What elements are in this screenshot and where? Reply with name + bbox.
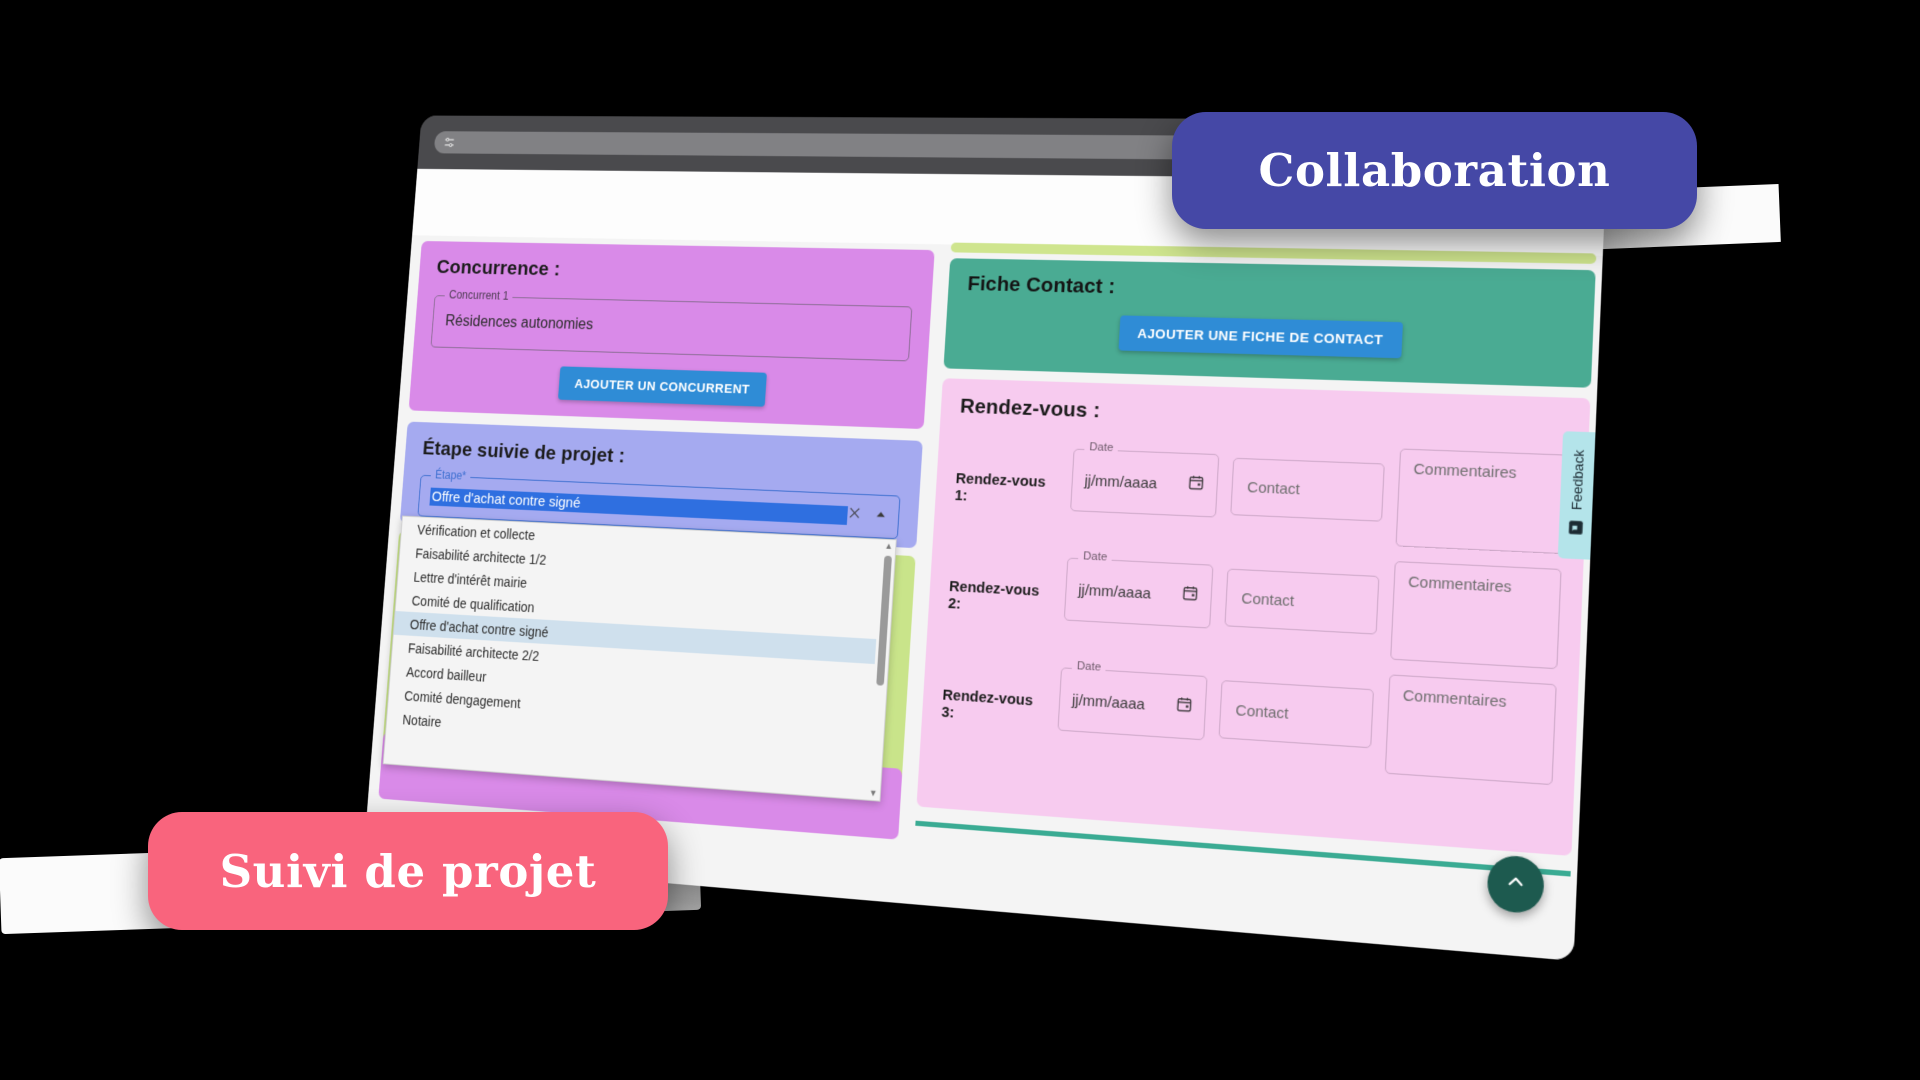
rendez-vous-contact-field[interactable]: Contact bbox=[1230, 457, 1385, 522]
date-field-label: Date bbox=[1077, 550, 1113, 564]
feedback-tab[interactable]: Feedback bbox=[1557, 431, 1596, 560]
badge-collaboration: Collaboration bbox=[1172, 112, 1697, 229]
fiche-contact-title: Fiche Contact : bbox=[966, 272, 1117, 299]
rendez-vous-row: Rendez-vous 3: Date jj/mm/aaaa Contact Comme… bbox=[940, 659, 1557, 786]
rendez-vous-comments-field[interactable]: Commentaires bbox=[1395, 448, 1567, 555]
concurrence-actions: AJOUTER UN CONCURRENT bbox=[427, 362, 908, 411]
concurrent-1-field[interactable]: Concurrent 1 Résidences autonomies bbox=[430, 287, 913, 362]
rendez-vous-date-field[interactable]: Date jj/mm/aaaa bbox=[1070, 440, 1220, 518]
panel-fiche-contact: Fiche Contact : AJOUTER UNE FICHE DE CON… bbox=[943, 258, 1596, 388]
calendar-icon[interactable] bbox=[1187, 473, 1205, 496]
screenshot-stage: Concurrence : Concurrent 1 Résidences au… bbox=[0, 0, 1920, 1080]
scroll-up-arrow-icon[interactable]: ▲ bbox=[884, 541, 893, 551]
panel-rendez-vous: Rendez-vous : Rendez-vous 1: Date jj/mm/aa… bbox=[916, 378, 1591, 856]
rendez-vous-title: Rendez-vous : bbox=[959, 394, 1101, 423]
rendez-vous-rows: Rendez-vous 1: Date jj/mm/aaaa Contact Comme… bbox=[940, 440, 1567, 786]
rendez-vous-comments-field[interactable]: Commentaires bbox=[1389, 561, 1562, 670]
badge-collaboration-label: Collaboration bbox=[1258, 144, 1611, 197]
etape-select-controls bbox=[847, 505, 888, 527]
rendez-vous-row-label: Rendez-vous 2: bbox=[947, 577, 1040, 613]
rendez-vous-row-label: Rendez-vous 1: bbox=[954, 470, 1047, 505]
rendez-vous-row: Rendez-vous 2: Date jj/mm/aaaa Contact Comme… bbox=[946, 550, 1562, 670]
calendar-icon[interactable] bbox=[1175, 695, 1193, 719]
rendez-vous-contact-field[interactable]: Contact bbox=[1224, 568, 1380, 635]
concurrence-title: Concurrence : bbox=[435, 256, 562, 281]
etape-dropdown-list[interactable]: Vérification et collecte Faisabilité arch… bbox=[382, 515, 897, 802]
rendez-vous-date-field[interactable]: Date jj/mm/aaaa bbox=[1063, 550, 1214, 629]
rendez-vous-row: Rendez-vous 1: Date jj/mm/aaaa Contact Comme… bbox=[953, 440, 1567, 555]
contact-field-placeholder: Contact bbox=[1235, 701, 1290, 723]
date-field-label: Date bbox=[1071, 659, 1107, 675]
feedback-icon bbox=[1567, 519, 1584, 541]
fiche-contact-actions: AJOUTER UNE FICHE DE CONTACT bbox=[964, 312, 1572, 363]
chevron-up-icon bbox=[1503, 869, 1528, 900]
rendez-vous-row-label: Rendez-vous 3: bbox=[940, 686, 1034, 722]
sliders-icon bbox=[443, 136, 457, 149]
badge-suivi-label: Suivi de projet bbox=[219, 844, 597, 898]
scroll-to-top-button[interactable] bbox=[1486, 854, 1546, 915]
add-concurrent-button[interactable]: AJOUTER UN CONCURRENT bbox=[557, 366, 768, 407]
rendez-vous-comments-field[interactable]: Commentaires bbox=[1384, 674, 1557, 786]
contact-field-placeholder: Contact bbox=[1241, 589, 1295, 610]
scroll-down-arrow-icon[interactable]: ▼ bbox=[869, 788, 878, 799]
feedback-tab-label: Feedback bbox=[1567, 449, 1587, 511]
calendar-icon[interactable] bbox=[1181, 584, 1199, 607]
date-field-placeholder: jj/mm/aaaa bbox=[1077, 581, 1152, 603]
date-field-placeholder: jj/mm/aaaa bbox=[1071, 691, 1146, 714]
rendez-vous-contact-field[interactable]: Contact bbox=[1218, 680, 1374, 749]
rendez-vous-date-field[interactable]: Date jj/mm/aaaa bbox=[1057, 659, 1208, 741]
add-fiche-contact-button[interactable]: AJOUTER UNE FICHE DE CONTACT bbox=[1118, 315, 1403, 359]
etape-title: Étape suivie de projet : bbox=[421, 437, 626, 468]
concurrent-1-value: Résidences autonomies bbox=[444, 313, 594, 334]
panel-concurrence: Concurrence : Concurrent 1 Résidences au… bbox=[408, 240, 935, 430]
contact-field-placeholder: Contact bbox=[1246, 478, 1301, 498]
close-icon[interactable] bbox=[847, 505, 862, 525]
badge-suivi-de-projet: Suivi de projet bbox=[148, 812, 668, 930]
dropdown-options: Vérification et collecte Faisabilité arch… bbox=[386, 517, 896, 766]
date-field-label: Date bbox=[1084, 440, 1119, 455]
chevron-up-icon[interactable] bbox=[874, 507, 887, 525]
date-field-placeholder: jj/mm/aaaa bbox=[1084, 471, 1158, 492]
etape-selected-value: Offre d'achat contre signé bbox=[429, 487, 849, 525]
etape-field-label: Étape* bbox=[430, 467, 471, 483]
concurrent-1-label: Concurrent 1 bbox=[444, 287, 514, 303]
